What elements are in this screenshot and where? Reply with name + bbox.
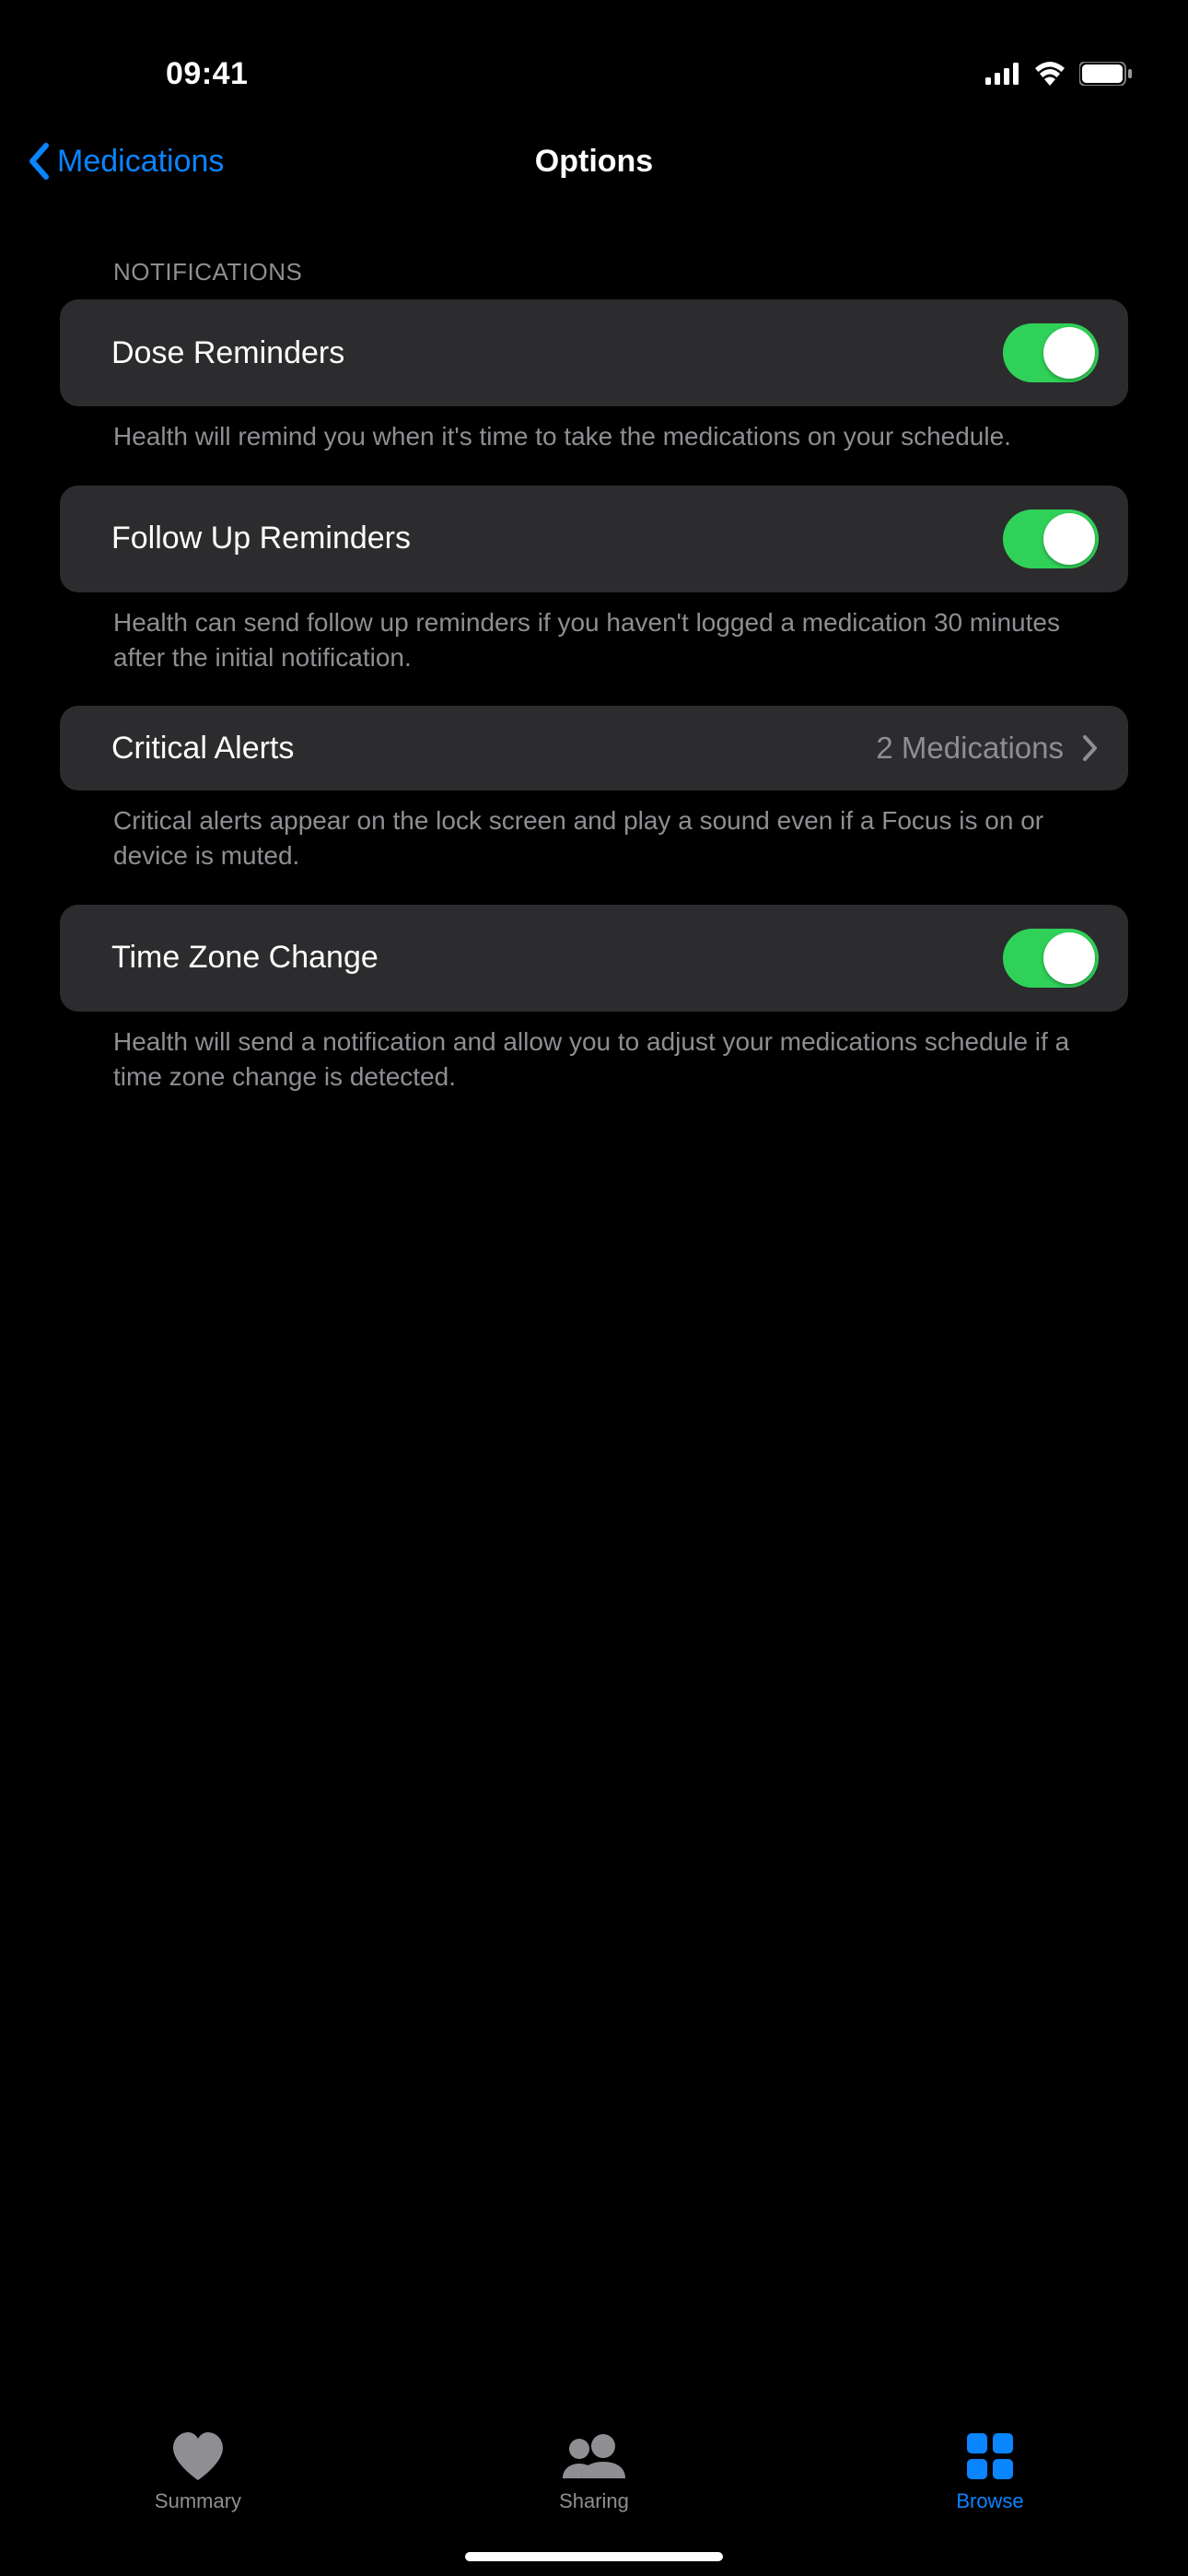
toggle-dose-reminders[interactable] — [1003, 323, 1099, 382]
row-detail: 2 Medications — [876, 731, 1064, 766]
chevron-right-icon — [1082, 734, 1099, 762]
wifi-icon — [1033, 62, 1066, 86]
tab-summary[interactable]: Summary — [0, 2430, 396, 2513]
home-indicator[interactable] — [465, 2552, 723, 2561]
tab-sharing[interactable]: Sharing — [396, 2430, 792, 2513]
row-footer: Critical alerts appear on the lock scree… — [60, 790, 1128, 905]
row-label: Time Zone Change — [111, 940, 379, 976]
row-label: Follow Up Reminders — [111, 521, 411, 556]
status-time: 09:41 — [55, 56, 248, 92]
cellular-icon — [985, 63, 1020, 85]
page-title: Options — [535, 144, 653, 180]
tab-browse[interactable]: Browse — [792, 2430, 1188, 2513]
toggle-thumb — [1043, 327, 1095, 379]
back-label: Medications — [57, 144, 224, 180]
grid-icon — [967, 2430, 1013, 2482]
chevron-left-icon — [28, 143, 50, 180]
row-dose-reminders[interactable]: Dose Reminders — [60, 299, 1128, 406]
people-icon — [559, 2430, 629, 2482]
section-header-notifications: NOTIFICATIONS — [60, 230, 1128, 299]
nav-bar: Medications Options — [0, 120, 1188, 203]
content: NOTIFICATIONS Dose Reminders Health will… — [0, 203, 1188, 1126]
status-bar: 09:41 — [0, 0, 1188, 120]
tab-label: Summary — [155, 2489, 241, 2513]
row-follow-up-reminders[interactable]: Follow Up Reminders — [60, 486, 1128, 592]
row-critical-alerts[interactable]: Critical Alerts 2 Medications — [60, 706, 1128, 790]
row-time-zone-change[interactable]: Time Zone Change — [60, 905, 1128, 1012]
battery-icon — [1079, 62, 1133, 86]
tab-label: Browse — [956, 2489, 1023, 2513]
toggle-time-zone-change[interactable] — [1003, 929, 1099, 988]
toggle-thumb — [1043, 932, 1095, 984]
toggle-thumb — [1043, 513, 1095, 565]
row-label: Dose Reminders — [111, 335, 344, 371]
row-footer: Health will remind you when it's time to… — [60, 406, 1128, 486]
row-footer: Health will send a notification and allo… — [60, 1012, 1128, 1126]
back-button[interactable]: Medications — [28, 143, 224, 180]
row-label: Critical Alerts — [111, 731, 294, 767]
status-icons — [985, 62, 1133, 86]
heart-icon — [170, 2430, 226, 2482]
row-footer: Health can send follow up reminders if y… — [60, 592, 1128, 707]
toggle-follow-up-reminders[interactable] — [1003, 509, 1099, 568]
tab-label: Sharing — [559, 2489, 629, 2513]
